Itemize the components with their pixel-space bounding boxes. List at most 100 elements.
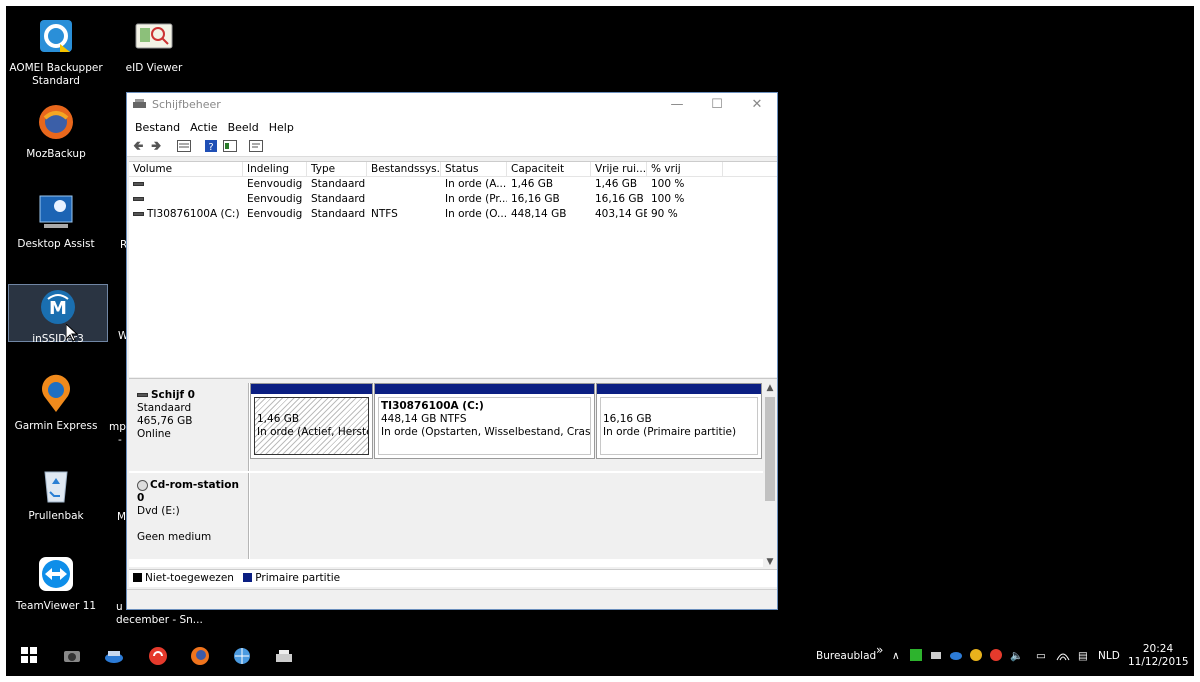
scroll-up-icon[interactable]: ▲ <box>763 383 777 393</box>
desktop-icon-inssider[interactable]: M inSSIDer3 <box>8 284 108 345</box>
hidden-icon-label-fragment: M <box>117 511 127 523</box>
column-header[interactable]: Volume <box>129 162 243 176</box>
legend: Niet-toegewezen Primaire partitie <box>129 569 777 587</box>
column-header[interactable]: Indeling <box>243 162 307 176</box>
graph-scrollbar[interactable]: ▲ ▼ <box>763 383 777 567</box>
desktop-icon-aomei[interactable]: AOMEI Backupper Standard <box>6 16 106 88</box>
inssider-icon: M <box>38 287 78 327</box>
minimize-button[interactable]: — <box>657 95 697 115</box>
forward-arrow-icon[interactable]: 🢂 <box>151 140 162 154</box>
menu-bestand[interactable]: Bestand <box>135 121 180 134</box>
column-header[interactable]: Status <box>441 162 507 176</box>
disk-0-info[interactable]: Schijf 0 Standaard 465,76 GB Online <box>129 383 249 471</box>
hidden-icon-label-fragment: mp <box>109 421 126 433</box>
show-hidden-icons-icon[interactable]: ∧ <box>892 636 900 676</box>
table-cell: In orde (A... <box>445 178 507 190</box>
ccleaner-icon[interactable] <box>148 646 168 666</box>
menu-help[interactable]: Help <box>269 121 294 134</box>
table-cell: In orde (O... <box>445 208 507 220</box>
view-icon[interactable] <box>223 140 237 154</box>
desktop-icon-eid-viewer[interactable]: eID Viewer <box>104 16 204 75</box>
desktop-icon-teamviewer[interactable]: TeamViewer 11 <box>6 554 106 613</box>
desktop-toolbar-label[interactable]: Bureaublad <box>816 636 876 676</box>
volume-icon[interactable]: 🔈 <box>1010 636 1023 676</box>
recycle-bin-icon <box>36 464 76 504</box>
teamviewer-icon <box>36 554 76 594</box>
column-header[interactable]: Vrije rui... <box>591 162 647 176</box>
action-center-icon[interactable]: ▤ <box>1078 636 1088 676</box>
clock[interactable]: 20:24 11/12/2015 <box>1128 643 1189 671</box>
icon-label-line1: eID Viewer <box>125 62 183 74</box>
table-row[interactable]: TI30876100A (C:) Eenvoudig Standaard NTF… <box>129 207 777 222</box>
partition-recovery[interactable]: 1,46 GB In orde (Actief, Herstelp <box>250 383 373 459</box>
tray-drive-icon[interactable] <box>950 649 962 663</box>
desktop-icon-recycle-bin[interactable]: Prullenbak <box>6 464 106 523</box>
desktop-icon-desktop-assist[interactable]: Desktop Assist <box>6 192 106 251</box>
column-header[interactable]: Capaciteit <box>507 162 591 176</box>
partition-c[interactable]: TI30876100A (C:) 448,14 GB NTFS In orde … <box>374 383 595 459</box>
close-button[interactable]: ✕ <box>737 95 777 115</box>
tray-ccleaner-icon[interactable] <box>990 649 1002 663</box>
pane-splitter[interactable] <box>129 378 777 382</box>
camera-app-icon[interactable] <box>62 646 82 666</box>
partition-label: TI30876100A (C:) <box>381 400 484 412</box>
disk-icon <box>137 393 148 397</box>
desktop-icon-garmin[interactable]: Garmin Express <box>6 374 106 433</box>
battery-icon[interactable]: ▭ <box>1036 636 1046 676</box>
drive-icon <box>133 197 144 201</box>
icon-label-line2: Standard <box>32 75 80 87</box>
scroll-down-icon[interactable]: ▼ <box>763 557 777 567</box>
properties-list-icon[interactable] <box>177 140 191 154</box>
partition-size: 1,46 GB <box>257 413 300 425</box>
drive-tool-icon[interactable] <box>104 646 124 666</box>
language-indicator[interactable]: NLD <box>1098 636 1120 676</box>
menu-bar: Bestand Actie Beeld Help <box>127 117 777 137</box>
scrollbar-thumb[interactable] <box>765 397 775 501</box>
tray-app-green-icon[interactable] <box>910 649 922 663</box>
status-bar <box>127 589 777 609</box>
tray-usb-icon[interactable] <box>930 649 942 663</box>
clock-time: 20:24 <box>1142 643 1174 655</box>
desktop-icon-mozbackup[interactable]: MozBackup <box>6 102 106 161</box>
icon-label-line1: TeamViewer 11 <box>15 600 97 612</box>
tray-shield-icon[interactable] <box>970 649 982 663</box>
cdrom-info[interactable]: Cd-rom-station 0 Dvd (E:) Geen medium <box>129 473 249 559</box>
firefox-icon[interactable] <box>190 646 210 666</box>
disk-0-size: 465,76 GB <box>137 415 193 427</box>
disk-0-type: Standaard <box>137 402 192 414</box>
disk-0-state: Online <box>137 428 171 440</box>
help-icon[interactable]: ? <box>205 140 217 154</box>
table-cell: NTFS <box>371 208 398 220</box>
partition-primary[interactable]: 16,16 GB In orde (Primaire partitie) <box>596 383 762 459</box>
table-cell: Standaard <box>311 178 366 190</box>
wifi-icon[interactable] <box>1056 649 1070 663</box>
windows-start-icon[interactable] <box>20 646 40 666</box>
mouse-cursor-icon <box>65 322 79 345</box>
garmin-express-icon <box>36 374 76 414</box>
icon-label-line1: inSSIDer3 <box>32 333 84 345</box>
network-globe-icon[interactable] <box>232 646 252 666</box>
hidden-icon-label-fragment: december - Sn... <box>116 614 203 626</box>
table-cell: Eenvoudig <box>247 208 303 220</box>
cdrom-icon <box>137 479 148 491</box>
toolbar: 🢀 🢂 ? <box>127 137 777 157</box>
legend-label: Niet-toegewezen <box>145 572 234 584</box>
partition-size: 448,14 GB NTFS <box>381 413 467 425</box>
column-header[interactable]: % vrij <box>647 162 723 176</box>
disk-management-taskbar-icon[interactable] <box>274 646 294 666</box>
settings-list-icon[interactable] <box>249 140 263 154</box>
table-row[interactable]: Eenvoudig Standaard In orde (Pr... 16,16… <box>129 192 777 207</box>
menu-beeld[interactable]: Beeld <box>228 121 259 134</box>
title-bar[interactable]: Schijfbeheer — ☐ ✕ <box>127 93 777 117</box>
toolbar-chevron[interactable]: » <box>876 630 883 670</box>
table-row[interactable]: Eenvoudig Standaard In orde (A... 1,46 G… <box>129 177 777 192</box>
maximize-button[interactable]: ☐ <box>697 95 737 115</box>
desktop: AOMEI Backupper Standard eID Viewer MozB… <box>6 6 1194 676</box>
column-header[interactable]: Bestandssys... <box>367 162 441 176</box>
back-arrow-icon[interactable]: 🢀 <box>133 140 144 154</box>
column-header[interactable]: Type <box>307 162 367 176</box>
disk-0-name: Schijf 0 <box>151 389 195 401</box>
legend-label: Primaire partitie <box>255 572 341 584</box>
table-cell: Eenvoudig <box>247 193 303 205</box>
menu-actie[interactable]: Actie <box>190 121 218 134</box>
